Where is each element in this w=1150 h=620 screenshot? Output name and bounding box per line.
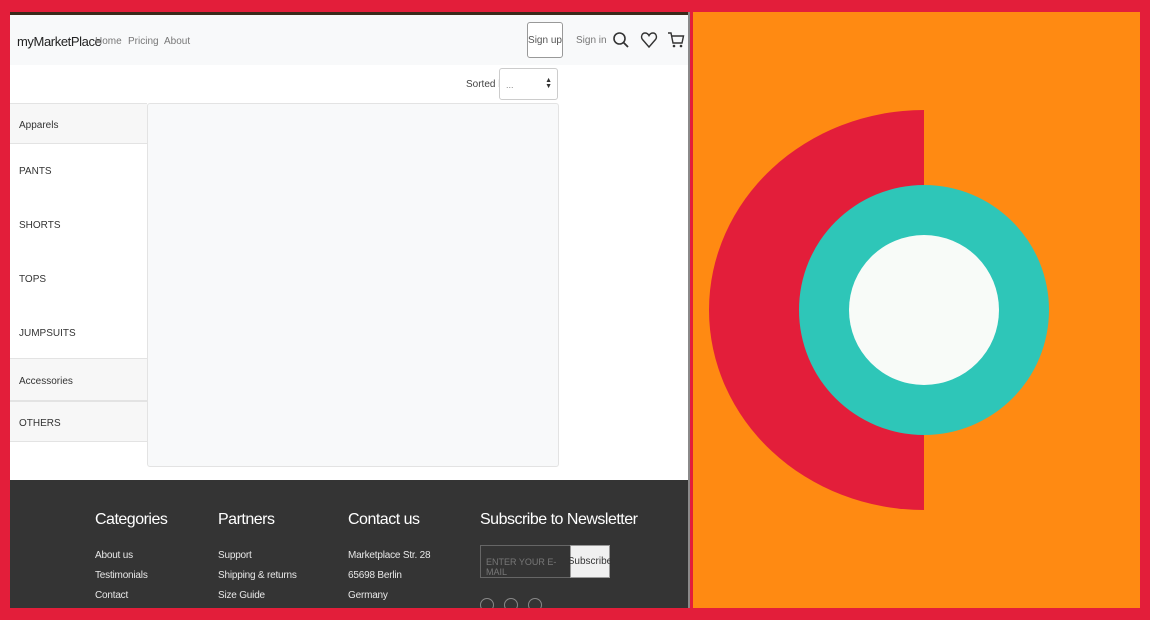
nav-about-link[interactable]: About <box>164 36 190 47</box>
category-jumpsuits[interactable]: JUMPSUITS <box>10 306 147 358</box>
footer-contact-link[interactable]: Contact <box>95 590 128 601</box>
contact-country: Germany <box>348 590 388 601</box>
footer-sizeguide-link[interactable]: Size Guide <box>218 590 265 601</box>
footer: Categories About us Testimonials Contact… <box>10 480 690 608</box>
footer-newsletter-title: Subscribe to Newsletter <box>480 511 638 528</box>
category-others[interactable]: OTHERS <box>10 401 147 442</box>
page-scrollbar[interactable] <box>688 12 690 608</box>
footer-shipping-link[interactable]: Shipping & returns <box>218 570 297 581</box>
cart-icon[interactable] <box>667 31 685 49</box>
category-tops[interactable]: TOPS <box>10 252 147 306</box>
product-grid-area <box>147 103 559 467</box>
category-accessories[interactable]: Accessories <box>10 358 147 401</box>
heart-icon[interactable] <box>640 31 658 49</box>
signup-button[interactable]: Sign up <box>527 22 563 58</box>
footer-about-link[interactable]: About us <box>95 550 133 561</box>
instagram-icon[interactable] <box>528 598 542 608</box>
category-pants[interactable]: PANTS <box>10 144 147 198</box>
nav-home-link[interactable]: Home <box>95 36 122 47</box>
navbar: myMarketPlace Home Pricing About Sign up… <box>10 15 690 65</box>
brand-logo[interactable]: myMarketPlace <box>17 34 102 49</box>
sort-select[interactable]: ... ▲ ▼ <box>499 68 558 100</box>
category-sidebar: Apparels PANTS SHORTS TOPS JUMPSUITS Acc… <box>10 103 147 442</box>
white-center-disc <box>849 235 999 385</box>
contact-city: 65698 Berlin <box>348 570 402 581</box>
search-icon[interactable] <box>612 31 630 49</box>
footer-support-link[interactable]: Support <box>218 550 252 561</box>
sort-selected-value: ... <box>506 80 514 90</box>
newsletter-email-input[interactable]: ENTER YOUR E-MAIL <box>480 545 571 578</box>
signin-link[interactable]: Sign in <box>576 35 607 46</box>
subscribe-button[interactable]: Subscribe <box>568 545 612 578</box>
marketplace-page: myMarketPlace Home Pricing About Sign up… <box>10 12 690 608</box>
footer-partners-title: Partners <box>218 511 275 528</box>
abstract-circle-graphic <box>693 12 1140 608</box>
category-apparels[interactable]: Apparels <box>10 103 147 144</box>
select-arrows-icon: ▲ ▼ <box>545 77 552 90</box>
nav-pricing-link[interactable]: Pricing <box>128 36 159 47</box>
category-shorts[interactable]: SHORTS <box>10 198 147 252</box>
contact-street: Marketplace Str. 28 <box>348 550 431 561</box>
footer-testimonials-link[interactable]: Testimonials <box>95 570 148 581</box>
footer-categories-title: Categories <box>95 511 168 528</box>
twitter-icon[interactable] <box>504 598 518 608</box>
footer-contact-title: Contact us <box>348 511 420 528</box>
email-social-icon[interactable] <box>480 598 494 608</box>
